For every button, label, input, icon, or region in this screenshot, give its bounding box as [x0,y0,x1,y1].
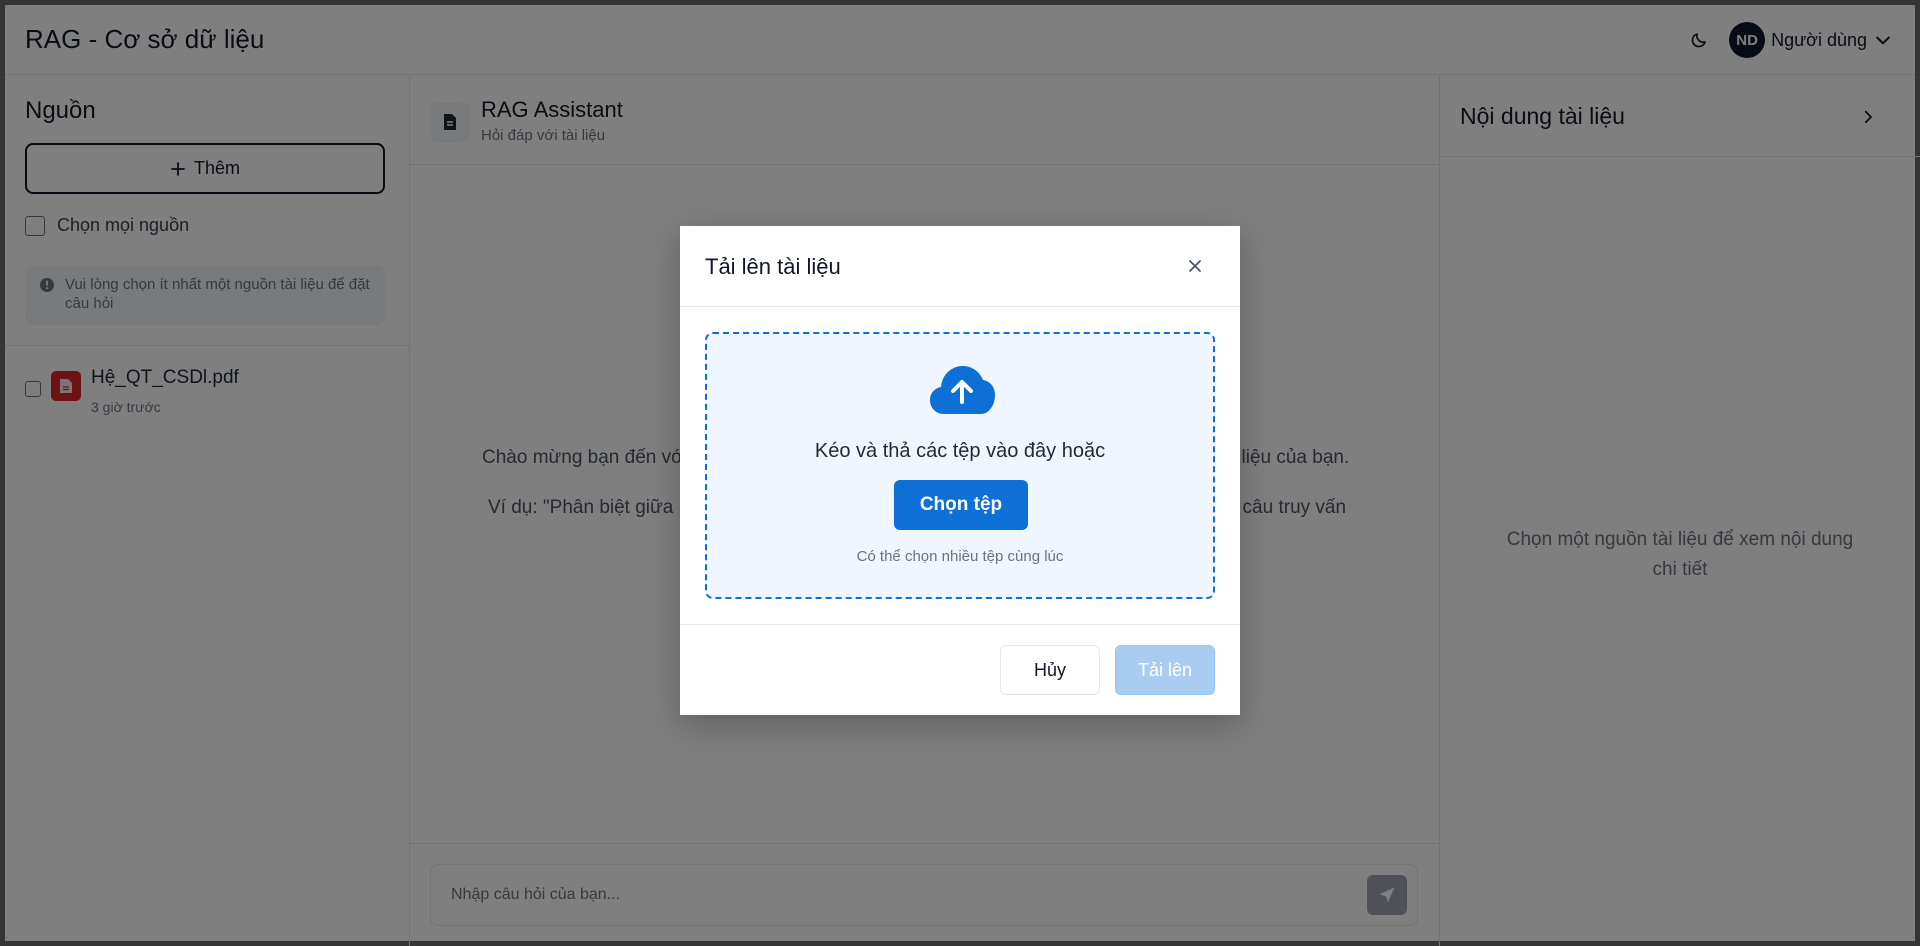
upload-dialog-footer-divider [680,624,1240,625]
choose-file-button[interactable]: Chọn tệp [894,480,1028,530]
upload-dialog-header: Tải lên tài liệu [680,226,1240,307]
upload-dialog: Tải lên tài liệu Kéo và thả các tệp vào … [680,226,1240,715]
drop-instructions: Kéo và thả các tệp vào đây hoặc [814,440,1106,462]
close-button[interactable] [1185,256,1205,276]
cloud-upload-icon [930,366,995,414]
upload-dialog-title: Tải lên tài liệu [705,254,841,279]
upload-button[interactable]: Tải lên [1115,645,1215,695]
cancel-button[interactable]: Hủy [1000,645,1100,695]
file-dropzone[interactable]: Kéo và thả các tệp vào đây hoặc Chọn tệp… [705,332,1215,599]
close-icon [1189,260,1201,272]
multi-select-hint: Có thể chọn nhiều tệp cùng lúc [856,548,1064,565]
